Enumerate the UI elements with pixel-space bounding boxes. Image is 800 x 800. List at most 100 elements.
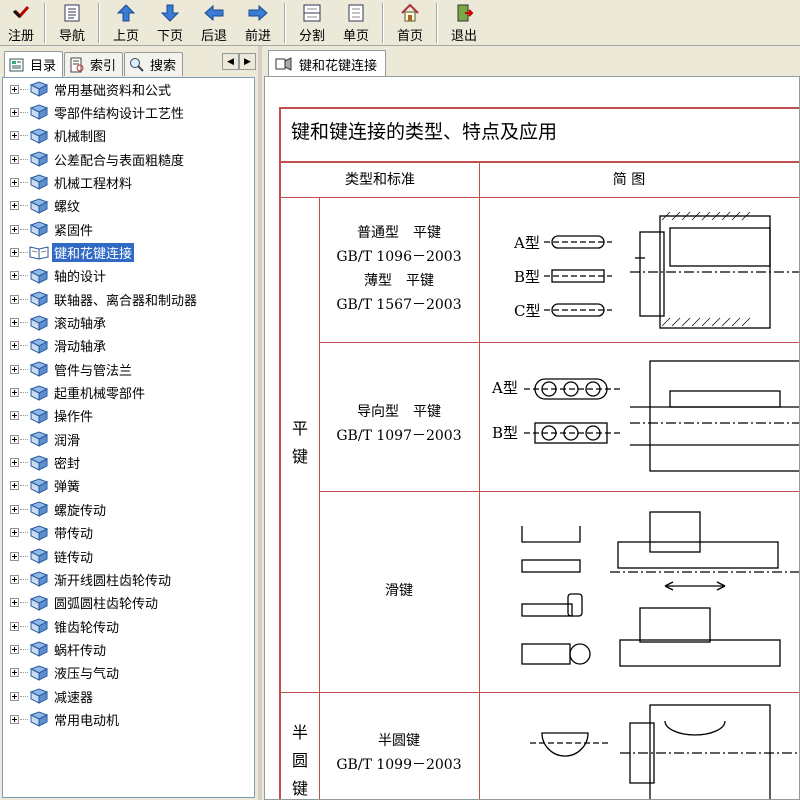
left-panel: 目录 索引 搜索 ◀ ▶ 常用基础资料和公式 零部件结构设计工艺性 机械制图公差配合… (0, 46, 258, 800)
page-icon (348, 4, 364, 22)
expand-toggle[interactable] (10, 574, 19, 584)
tab-search[interactable]: 搜索 (124, 52, 184, 76)
split-icon (303, 4, 321, 22)
back-button[interactable]: 后退 (192, 0, 236, 46)
expand-toggle[interactable] (10, 598, 19, 608)
fig2-b-label: B型 (492, 424, 518, 442)
exit-button[interactable]: 退出 (442, 0, 486, 46)
exit-label: 退出 (450, 29, 477, 44)
book-icon (29, 501, 49, 518)
tree-item[interactable]: 润滑 (3, 429, 82, 449)
expand-toggle[interactable] (10, 107, 19, 117)
tree-item-label: 带传动 (54, 527, 94, 543)
expand-toggle[interactable] (10, 691, 19, 701)
expand-toggle[interactable] (10, 551, 19, 561)
tree-item[interactable]: 螺旋传动 (3, 499, 108, 519)
document-viewport[interactable]: 键和键连接的类型、特点及应用 类型和标准 简 图 平键 半圆键 普通型 平键 G… (264, 76, 800, 800)
home-button[interactable]: 首页 (388, 0, 432, 46)
tree-item[interactable]: 键和花键连接 (3, 242, 135, 262)
expand-toggle[interactable] (10, 177, 19, 187)
tree-item[interactable]: 管件与管法兰 (3, 359, 134, 379)
header-figure: 简 图 (612, 172, 646, 188)
prev-page-button[interactable]: 上页 (104, 0, 148, 46)
tree-item[interactable]: 渐开线圆柱齿轮传动 (3, 569, 173, 589)
expand-toggle[interactable] (10, 668, 19, 678)
expand-toggle[interactable] (10, 294, 19, 304)
expand-toggle[interactable] (10, 504, 19, 514)
tab-contents[interactable]: 目录 (4, 51, 64, 77)
register-button[interactable]: 注册 (2, 0, 40, 46)
expand-toggle[interactable] (10, 434, 19, 444)
document-tab[interactable]: 键和花键连接 (268, 50, 387, 77)
tree-item[interactable]: 链传动 (3, 546, 95, 566)
tree-item[interactable]: 常用电动机 (3, 709, 121, 729)
tab-scroll-right-button[interactable]: ▶ (239, 53, 256, 70)
expand-toggle[interactable] (10, 318, 19, 327)
toolbar-separator (436, 3, 438, 43)
home-icon (401, 3, 419, 22)
expand-toggle[interactable] (10, 458, 19, 468)
expand-toggle[interactable] (10, 154, 19, 164)
single-button[interactable]: 单页 (334, 0, 378, 46)
navigate-button[interactable]: 导航 (50, 0, 94, 46)
expand-toggle[interactable] (10, 528, 19, 538)
tree-item[interactable]: 操作件 (3, 406, 95, 426)
contents-icon (9, 58, 24, 71)
expand-toggle[interactable] (10, 714, 19, 724)
expand-toggle[interactable] (10, 621, 19, 631)
tree-item[interactable]: 弹簧 (3, 476, 82, 496)
tree-connector (20, 298, 28, 300)
book-icon (29, 618, 49, 634)
tree-item[interactable]: 液压与气动 (3, 663, 121, 683)
expand-toggle[interactable] (10, 131, 19, 141)
tree-item[interactable]: 螺纹 (3, 196, 82, 216)
tree-connector (20, 205, 28, 207)
tab-search-label: 搜索 (150, 59, 177, 74)
expand-toggle[interactable] (10, 247, 19, 257)
app-window: 注册 导航 上页 下页 后退 前进 分割 单页 首页 退出 目录 索引 搜索 ◀ ▶ 常用基础资料… (0, 0, 800, 800)
tree-item[interactable]: 锥齿轮传动 (3, 616, 121, 636)
tree-item[interactable]: 蜗杆传动 (3, 639, 108, 659)
forward-button[interactable]: 前进 (236, 0, 280, 46)
tree-connector (20, 438, 28, 440)
tree-item[interactable]: 机械制图 (3, 126, 108, 146)
expand-toggle[interactable] (10, 224, 19, 234)
tree-item[interactable]: 圆弧圆柱齿轮传动 (3, 593, 160, 613)
book-icon (29, 221, 49, 237)
contents-tree[interactable]: 常用基础资料和公式 零部件结构设计工艺性 机械制图 公差配合与表面粗糙度 机械工程材料螺… (2, 77, 255, 798)
expand-toggle[interactable] (10, 481, 19, 491)
fig1-b-label: B型 (514, 268, 540, 286)
book-icon (29, 431, 49, 448)
tree-item[interactable]: 零部件结构设计工艺性 (3, 102, 186, 122)
tree-item[interactable]: 带传动 (3, 523, 95, 543)
tab-scroll-left-button[interactable]: ◀ (222, 53, 239, 70)
tree-item[interactable]: 常用基础资料和公式 (3, 79, 173, 99)
tree-item[interactable]: 轴的设计 (3, 266, 108, 286)
expand-toggle[interactable] (10, 341, 19, 351)
tree-item[interactable]: 公差配合与表面粗糙度 (3, 149, 186, 169)
book-icon (29, 104, 49, 121)
tree-item[interactable]: 减速器 (3, 686, 95, 706)
expand-toggle[interactable] (10, 271, 19, 281)
arrow-down-icon (160, 4, 180, 22)
tree-item-label: 螺纹 (54, 200, 81, 216)
expand-toggle[interactable] (10, 364, 19, 374)
tree-item[interactable]: 联轴器、离合器和制动器 (3, 289, 199, 309)
tree-item[interactable]: 起重机械零部件 (3, 383, 147, 403)
book-icon (29, 128, 49, 144)
expand-toggle[interactable] (10, 411, 19, 421)
expand-toggle[interactable] (10, 644, 19, 654)
tab-index[interactable]: 索引 (64, 52, 124, 76)
expand-toggle[interactable] (10, 388, 19, 398)
tree-item[interactable]: 滚动轴承 (3, 313, 108, 333)
split-button[interactable]: 分割 (290, 0, 334, 46)
tree-item[interactable]: 密封 (3, 453, 82, 473)
register-label: 注册 (7, 29, 34, 44)
expand-toggle[interactable] (10, 84, 19, 94)
tree-connector (20, 345, 28, 347)
next-page-button[interactable]: 下页 (148, 0, 192, 46)
tree-item[interactable]: 紧固件 (3, 219, 95, 239)
expand-toggle[interactable] (10, 201, 19, 211)
tree-item[interactable]: 机械工程材料 (3, 172, 134, 192)
tree-item[interactable]: 滑动轴承 (3, 336, 108, 356)
